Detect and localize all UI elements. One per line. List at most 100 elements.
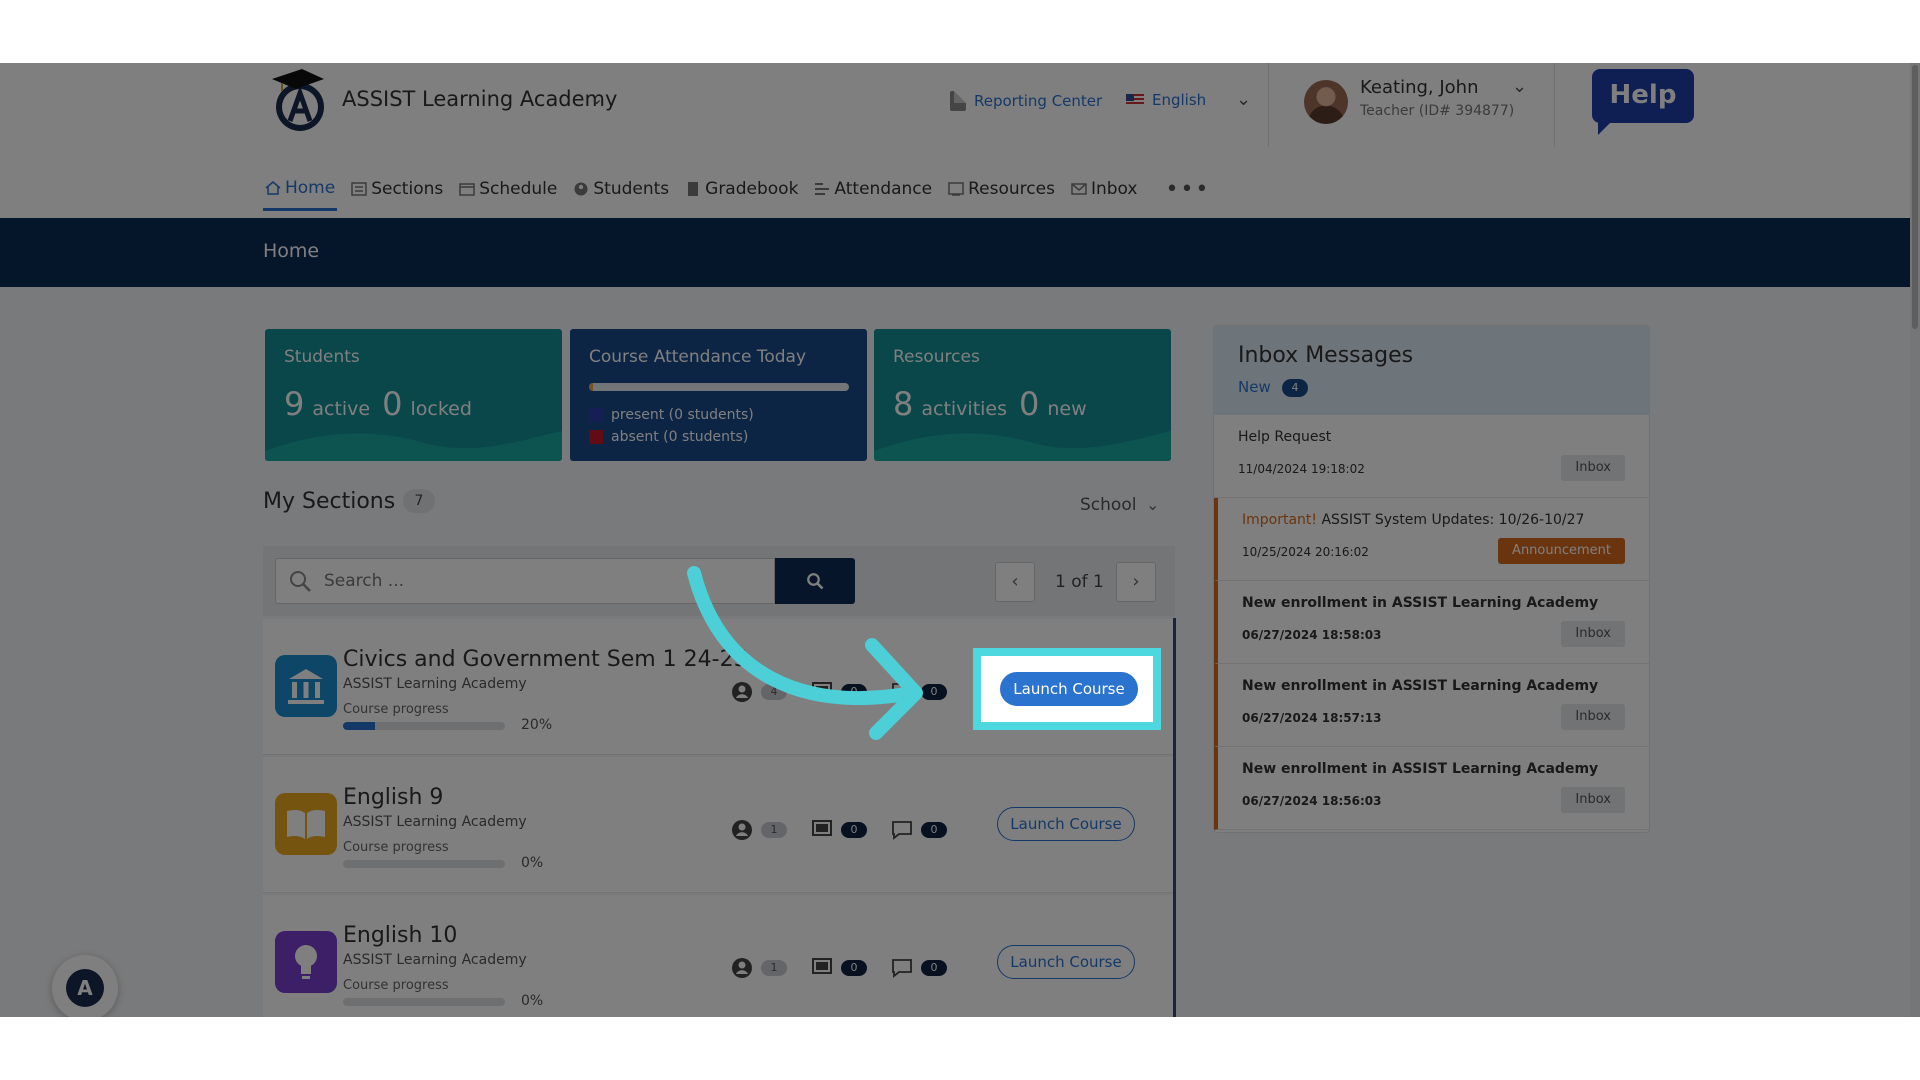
language-select[interactable]: English	[1126, 91, 1206, 109]
more-menu-icon[interactable]: •••	[1165, 177, 1210, 202]
attendance-card[interactable]: Course Attendance Today present (0 stude…	[570, 329, 867, 461]
chevron-down-icon[interactable]: ⌄	[1512, 76, 1527, 97]
students-counts: 9 active 0 locked	[284, 385, 472, 423]
inbox-new-link[interactable]: New	[1238, 378, 1271, 396]
chevron-down-icon[interactable]: ⌄	[1146, 495, 1159, 514]
message-tag[interactable]: Inbox	[1561, 621, 1625, 647]
resources-stat[interactable]: 0	[811, 957, 867, 979]
course-title[interactable]: English 10	[343, 923, 457, 948]
reporting-center-label: Reporting Center	[974, 92, 1103, 110]
chat-icon	[892, 683, 912, 702]
nav-item-sections[interactable]: Sections	[349, 167, 445, 211]
course-org: ASSIST Learning Academy	[343, 814, 527, 830]
message-title: New enrollment in ASSIST Learning Academ…	[1242, 761, 1599, 777]
brand-name[interactable]: ASSIST Learning Academy	[342, 87, 617, 111]
message-date: 06/27/2024 18:56:03	[1242, 794, 1382, 808]
calendar-icon	[459, 183, 475, 196]
legend-present: present (0 students)	[589, 407, 754, 423]
progress-percent: 0%	[521, 855, 544, 871]
messages-stat[interactable]: 0	[891, 681, 947, 703]
messages-stat[interactable]: 0	[891, 957, 947, 979]
message-tag[interactable]: Inbox	[1561, 787, 1625, 813]
scrollbar-thumb[interactable]	[1912, 65, 1918, 329]
page-title-bar: Home	[0, 218, 1920, 287]
school-filter[interactable]: School	[1080, 495, 1136, 515]
resources-stat[interactable]: 0	[811, 681, 867, 703]
resources-stat[interactable]: 0	[811, 819, 867, 841]
progress-fill	[343, 722, 376, 730]
nav-item-students[interactable]: Students	[571, 167, 671, 211]
nav-item-home[interactable]: Home	[263, 167, 338, 211]
assistant-widget-button[interactable]: A	[52, 955, 118, 1017]
nav-item-inbox[interactable]: Inbox	[1069, 167, 1140, 211]
lightbulb-icon	[275, 931, 337, 993]
search-box	[275, 558, 775, 604]
students-card[interactable]: Students 9 active 0 locked	[265, 329, 562, 461]
nav-item-schedule[interactable]: Schedule	[457, 167, 559, 211]
academy-logo[interactable]	[262, 65, 334, 137]
students-stat[interactable]: 4	[731, 681, 787, 703]
card-wave	[265, 431, 562, 461]
progress-bar	[343, 998, 505, 1006]
inbox-message[interactable]: New enrollment in ASSIST Learning Academ…	[1214, 581, 1649, 664]
page-title: Home	[263, 240, 320, 262]
inbox-message[interactable]: New enrollment in ASSIST Learning Academ…	[1214, 747, 1649, 830]
messages-count: 0	[921, 960, 947, 976]
document-icon	[950, 91, 966, 111]
main-nav: Home Sections Schedule Students Gradeboo…	[263, 167, 1210, 211]
next-page-button[interactable]: ›	[1116, 562, 1156, 602]
search-input[interactable]	[324, 559, 764, 603]
absent-swatch	[589, 430, 603, 444]
assist-logo-icon: A	[66, 969, 104, 1007]
chevron-down-icon[interactable]: ⌄	[1236, 89, 1251, 110]
message-date: 06/27/2024 18:58:03	[1242, 628, 1382, 642]
course-title[interactable]: English 9	[343, 785, 443, 810]
inbox-title: Inbox Messages	[1238, 343, 1414, 368]
card-wave	[874, 431, 1171, 461]
prev-page-button[interactable]: ‹	[995, 562, 1035, 602]
nav-label: Gradebook	[705, 179, 799, 199]
progress-bar	[343, 722, 505, 730]
book-icon	[688, 182, 699, 196]
nav-item-attendance[interactable]: Attendance	[812, 167, 934, 211]
chevron-down-icon[interactable]: ⌄	[590, 89, 603, 108]
message-tag[interactable]: Inbox	[1561, 704, 1625, 730]
nav-item-gradebook[interactable]: Gradebook	[683, 167, 800, 211]
card-title: Course Attendance Today	[589, 347, 807, 367]
messages-count: 0	[921, 822, 947, 838]
user-name[interactable]: Keating, John	[1360, 77, 1479, 98]
resources-icon	[948, 182, 964, 196]
launch-course-button[interactable]: Launch Course	[997, 945, 1135, 979]
students-stat[interactable]: 1	[731, 819, 787, 841]
nav-item-resources[interactable]: Resources	[946, 167, 1057, 211]
app-window: ASSIST Learning Academy ⌄ Reporting Cent…	[0, 63, 1920, 1017]
search-button[interactable]	[775, 558, 855, 604]
nav-label: Sections	[371, 179, 444, 199]
nav-label: Home	[285, 177, 336, 198]
messages-stat[interactable]: 0	[891, 819, 947, 841]
page-scrollbar[interactable]	[1910, 63, 1920, 1017]
inbox-message[interactable]: New enrollment in ASSIST Learning Academ…	[1214, 664, 1649, 747]
sections-count-badge: 7	[403, 489, 435, 513]
search-icon	[807, 573, 824, 590]
students-stat[interactable]: 1	[731, 957, 787, 979]
progress-label: Course progress	[343, 840, 449, 855]
reporting-center-link[interactable]: Reporting Center	[950, 91, 1102, 111]
inbox-message[interactable]: Important! ASSIST System Updates: 10/26-…	[1214, 498, 1649, 581]
resources-card[interactable]: Resources 8 activities 0 new	[874, 329, 1171, 461]
inbox-message[interactable]: Help Request 11/04/2024 19:18:02 Inbox	[1214, 415, 1649, 498]
course-title[interactable]: Civics and Government Sem 1 24-25	[343, 647, 748, 672]
nav-label: Resources	[968, 179, 1055, 199]
launch-course-button[interactable]: Launch Course	[997, 807, 1135, 841]
launch-course-button[interactable]: Launch Course	[1000, 672, 1138, 706]
message-tag[interactable]: Announcement	[1498, 538, 1625, 564]
pagination-text: 1 of 1	[1055, 572, 1104, 592]
help-button[interactable]: Help	[1592, 69, 1694, 135]
resources-icon	[812, 820, 832, 836]
message-tag[interactable]: Inbox	[1561, 455, 1625, 481]
message-date: 06/27/2024 18:57:13	[1242, 711, 1382, 725]
inbox-new-count: 4	[1282, 379, 1308, 397]
avatar[interactable]	[1304, 80, 1348, 124]
resources-count: 0	[841, 822, 867, 838]
divider	[1554, 63, 1555, 147]
